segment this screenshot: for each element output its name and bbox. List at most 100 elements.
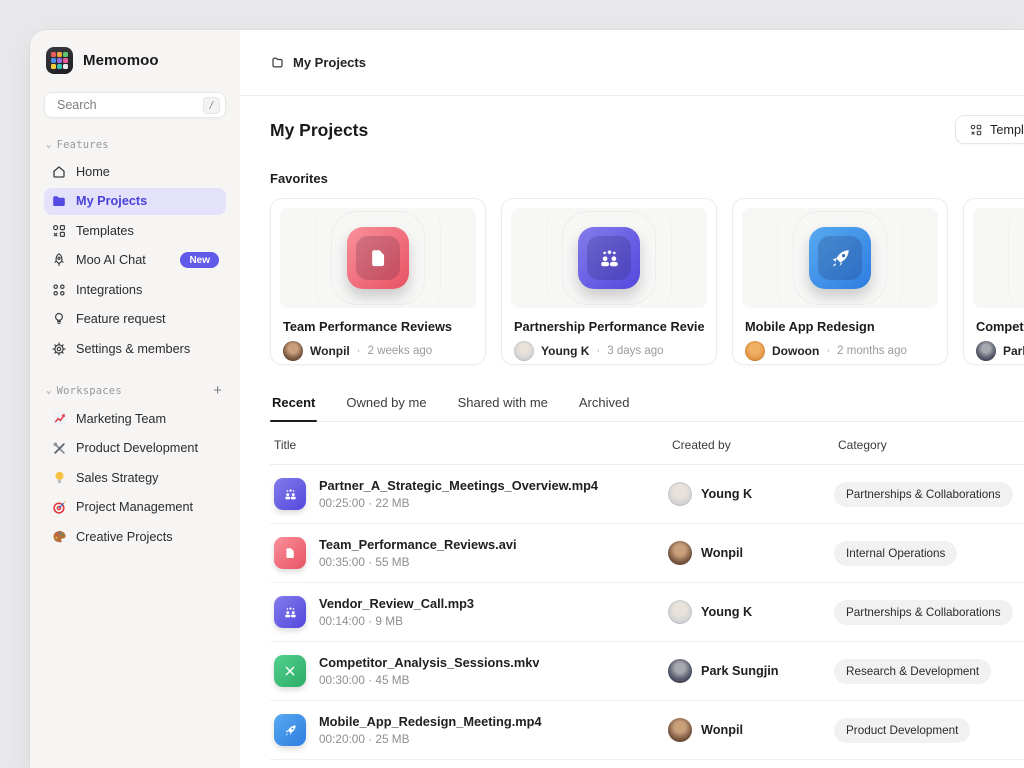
tab-shared-with-me[interactable]: Shared with me: [456, 395, 550, 421]
column-header-title: Title: [270, 438, 668, 452]
sidebar-item-moo-ai-chat[interactable]: Moo AI Chat New: [44, 247, 226, 274]
creator-name: Young K: [701, 605, 752, 619]
app-logo: Memomoo: [44, 45, 226, 76]
sidebar-item-marketing-team[interactable]: Marketing Team: [44, 405, 226, 432]
table-row[interactable]: Team_Performance_Reviews.avi 00:35:00 · 5…: [270, 524, 1024, 583]
table-header: Title Created by Category: [270, 422, 1024, 465]
sidebar-item-label: My Projects: [76, 194, 147, 208]
avatar: [976, 341, 996, 361]
card-time: 3 days ago: [607, 345, 663, 357]
separator: ·: [826, 345, 830, 357]
column-header-created-by: Created by: [668, 438, 834, 452]
favorite-card[interactable]: Team Performance Reviews Wonpil · 2 week…: [270, 198, 486, 365]
sidebar-item-sales-strategy[interactable]: Sales Strategy: [44, 464, 226, 491]
app-name: Memomoo: [83, 52, 159, 69]
sidebar-item-label: Home: [76, 165, 110, 179]
card-title: Mobile App Redesign: [745, 319, 935, 334]
app-window: Memomoo / ⌄ Features Home My Projects Te…: [30, 30, 1024, 768]
sidebar-item-label: Creative Projects: [76, 530, 173, 544]
search-box[interactable]: /: [44, 92, 226, 118]
rocket-outline-icon: [51, 252, 67, 268]
tools-icon: [274, 655, 306, 687]
meeting-icon: [274, 478, 306, 510]
category-badge: Product Development: [834, 718, 970, 743]
favorite-card[interactable]: Partnership Performance Reviews Young K …: [501, 198, 717, 365]
document-icon: [274, 537, 306, 569]
palette-icon: [51, 529, 67, 545]
add-workspace-button[interactable]: +: [211, 383, 224, 398]
sidebar-item-home[interactable]: Home: [44, 158, 226, 185]
templates-icon: [969, 123, 983, 137]
sidebar-item-my-projects[interactable]: My Projects: [44, 188, 226, 215]
sidebar-item-label: Settings & members: [76, 342, 190, 356]
app-logo-icon: [46, 47, 73, 74]
avatar: [283, 341, 303, 361]
sidebar-item-feature-request[interactable]: Feature request: [44, 306, 226, 333]
templates-button[interactable]: Templates: [955, 115, 1024, 144]
category-badge: Internal Operations: [834, 541, 957, 566]
meeting-icon: [578, 227, 640, 289]
separator: ·: [596, 345, 600, 357]
table-row[interactable]: Mobile_App_Redesign_Meeting.mp4 00:20:00 …: [270, 701, 1024, 760]
sidebar-item-label: Project Management: [76, 500, 193, 514]
avatar: [668, 718, 692, 742]
meeting-icon: [274, 596, 306, 628]
category-badge: Partnerships & Collaborations: [834, 600, 1013, 625]
file-title: Mobile_App_Redesign_Meeting.mp4: [319, 714, 542, 729]
file-meta: 00:25:00 · 22 MB: [319, 496, 598, 510]
favorite-card[interactable]: Competitor Park S: [963, 198, 1024, 365]
avatar: [668, 600, 692, 624]
target-icon: [51, 499, 67, 515]
rocket-icon: [274, 714, 306, 746]
sidebar-item-settings-members[interactable]: Settings & members: [44, 335, 226, 362]
project-folder-icon: [270, 55, 285, 70]
card-owner: Wonpil: [310, 344, 350, 358]
table-row[interactable]: Partner_A_Strategic_Meetings_Overview.mp…: [270, 465, 1024, 524]
sidebar-item-label: Product Development: [76, 441, 198, 455]
favorite-card[interactable]: Mobile App Redesign Dowoon · 2 months ag…: [732, 198, 948, 365]
card-thumbnail: [511, 208, 707, 308]
gear-icon: [51, 341, 67, 357]
table-row[interactable]: Vendor_Review_Call.mp300:14:00 · 9 MB Yo…: [270, 583, 1024, 642]
tab-owned-by-me[interactable]: Owned by me: [344, 395, 428, 421]
avatar: [668, 541, 692, 565]
file-title: Team_Performance_Reviews.avi: [319, 537, 517, 552]
category-badge: Partnerships & Collaborations: [834, 482, 1013, 507]
sidebar-item-project-management[interactable]: Project Management: [44, 494, 226, 521]
sidebar-item-creative-projects[interactable]: Creative Projects: [44, 523, 226, 550]
creator-name: Wonpil: [701, 546, 743, 560]
sidebar-item-templates[interactable]: Templates: [44, 217, 226, 244]
category-badge: Research & Development: [834, 659, 991, 684]
sidebar-item-label: Moo AI Chat: [76, 253, 146, 267]
file-meta: 00:20:00 · 25 MB: [319, 732, 542, 746]
file-title: Partner_A_Strategic_Meetings_Overview.mp…: [319, 478, 598, 493]
card-time: 2 months ago: [837, 345, 907, 357]
file-meta: 00:14:00 · 9 MB: [319, 614, 474, 628]
search-input[interactable]: [55, 97, 203, 113]
section-label: Workspaces: [57, 385, 122, 397]
table-row[interactable]: Competitor_Analysis_Sessions.mkv00:30:00…: [270, 642, 1024, 701]
card-thumbnail: [973, 208, 1024, 308]
column-header-category: Category: [834, 438, 1024, 452]
sidebar-item-label: Integrations: [76, 283, 142, 297]
favorites-cards: Team Performance Reviews Wonpil · 2 week…: [270, 198, 1024, 365]
lightbulb-emoji-icon: [51, 470, 67, 486]
chevron-down-icon: ⌄: [46, 140, 52, 150]
chart-increasing-icon: [51, 411, 67, 427]
tab-recent[interactable]: Recent: [270, 395, 317, 421]
sidebar-item-label: Sales Strategy: [76, 471, 159, 485]
file-meta: 00:30:00 · 45 MB: [319, 673, 539, 687]
card-owner: Dowoon: [772, 344, 819, 358]
chevron-down-icon: ⌄: [46, 386, 52, 396]
card-owner: Park S: [1003, 344, 1024, 358]
features-section-header[interactable]: ⌄ Features: [46, 139, 224, 151]
tab-archived[interactable]: Archived: [577, 395, 632, 421]
sidebar-item-integrations[interactable]: Integrations: [44, 276, 226, 303]
sidebar-item-label: Templates: [76, 224, 134, 238]
card-title: Partnership Performance Reviews: [514, 319, 704, 334]
workspaces-section-header[interactable]: ⌄ Workspaces +: [46, 383, 224, 398]
breadcrumb[interactable]: My Projects: [293, 55, 366, 70]
card-thumbnail: [280, 208, 476, 308]
file-meta: 00:35:00 · 55 MB: [319, 555, 517, 569]
sidebar-item-product-development[interactable]: Product Development: [44, 435, 226, 462]
